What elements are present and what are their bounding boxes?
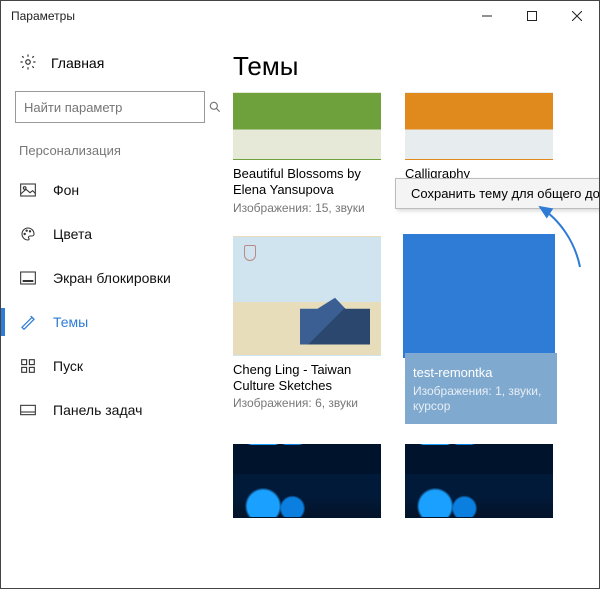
context-menu: Сохранить тему для общего доступа [395, 178, 599, 209]
home-button[interactable]: Главная [1, 43, 219, 83]
themes-icon [19, 314, 37, 330]
theme-thumbnail [233, 92, 381, 160]
start-icon [19, 359, 37, 373]
sidebar-item-label: Экран блокировки [53, 270, 171, 286]
theme-name: test-remontka [413, 365, 549, 381]
theme-meta: Изображения: 15, звуки [233, 201, 381, 216]
theme-card[interactable]: Cheng Ling - Taiwan Culture Sketches Изо… [233, 236, 381, 424]
titlebar: Параметры [1, 1, 599, 31]
settings-window: Параметры Главная [0, 0, 600, 589]
sidebar-item-label: Пуск [53, 358, 83, 374]
picture-icon [19, 183, 37, 197]
sidebar-item-colors[interactable]: Цвета [1, 212, 219, 256]
main-content: Темы Beautiful Blossoms by Elena Yansupo… [219, 31, 599, 588]
theme-thumbnail [405, 444, 553, 518]
search-field[interactable] [16, 100, 208, 115]
theme-thumbnail [233, 236, 381, 356]
minimize-button[interactable] [464, 1, 509, 31]
search-input[interactable] [15, 91, 205, 123]
theme-thumbnail [233, 444, 381, 518]
sidebar-item-background[interactable]: Фон [1, 168, 219, 212]
taskbar-icon [19, 404, 37, 416]
section-header: Персонализация [1, 137, 219, 168]
context-menu-item-save-share[interactable]: Сохранить тему для общего доступа [397, 180, 599, 207]
gear-icon [19, 53, 37, 74]
window-title: Параметры [11, 9, 75, 23]
maximize-button[interactable] [509, 1, 554, 31]
lockscreen-icon [19, 271, 37, 285]
sidebar-item-label: Цвета [53, 226, 92, 242]
selected-overlay: test-remontka Изображения: 1, звуки, кур… [405, 353, 557, 423]
close-button[interactable] [554, 1, 599, 31]
theme-thumbnail [405, 236, 553, 356]
sidebar-item-lockscreen[interactable]: Экран блокировки [1, 256, 219, 300]
home-label: Главная [51, 55, 104, 71]
theme-thumbnail [405, 92, 553, 160]
nav-list: Фон Цвета Экран блокировки Темы Пуск [1, 168, 219, 432]
sidebar-item-label: Темы [53, 314, 88, 330]
sidebar: Главная Персонализация Фон Цвета [1, 31, 219, 588]
theme-name: Cheng Ling - Taiwan Culture Sketches [233, 362, 381, 395]
theme-meta: Изображения: 1, звуки, курсор [413, 384, 549, 414]
theme-card[interactable] [405, 444, 553, 518]
sidebar-item-taskbar[interactable]: Панель задач [1, 388, 219, 432]
page-title: Темы [233, 51, 599, 82]
palette-icon [19, 226, 37, 242]
theme-card[interactable] [233, 444, 381, 518]
sidebar-item-label: Фон [53, 182, 79, 198]
theme-name: Beautiful Blossoms by Elena Yansupova [233, 166, 381, 199]
theme-card-selected[interactable]: test-remontka Изображения: 1, звуки, кур… [405, 236, 557, 424]
sidebar-item-start[interactable]: Пуск [1, 344, 219, 388]
sidebar-item-label: Панель задач [53, 402, 142, 418]
sidebar-item-themes[interactable]: Темы [1, 300, 219, 344]
theme-card[interactable]: Beautiful Blossoms by Elena Yansupova Из… [233, 92, 381, 216]
themes-grid: Beautiful Blossoms by Elena Yansupova Из… [229, 88, 599, 522]
theme-meta: Изображения: 6, звуки [233, 396, 381, 411]
theme-card[interactable]: Calligraphy Изображения: 6, звуки Сохран… [405, 92, 553, 216]
